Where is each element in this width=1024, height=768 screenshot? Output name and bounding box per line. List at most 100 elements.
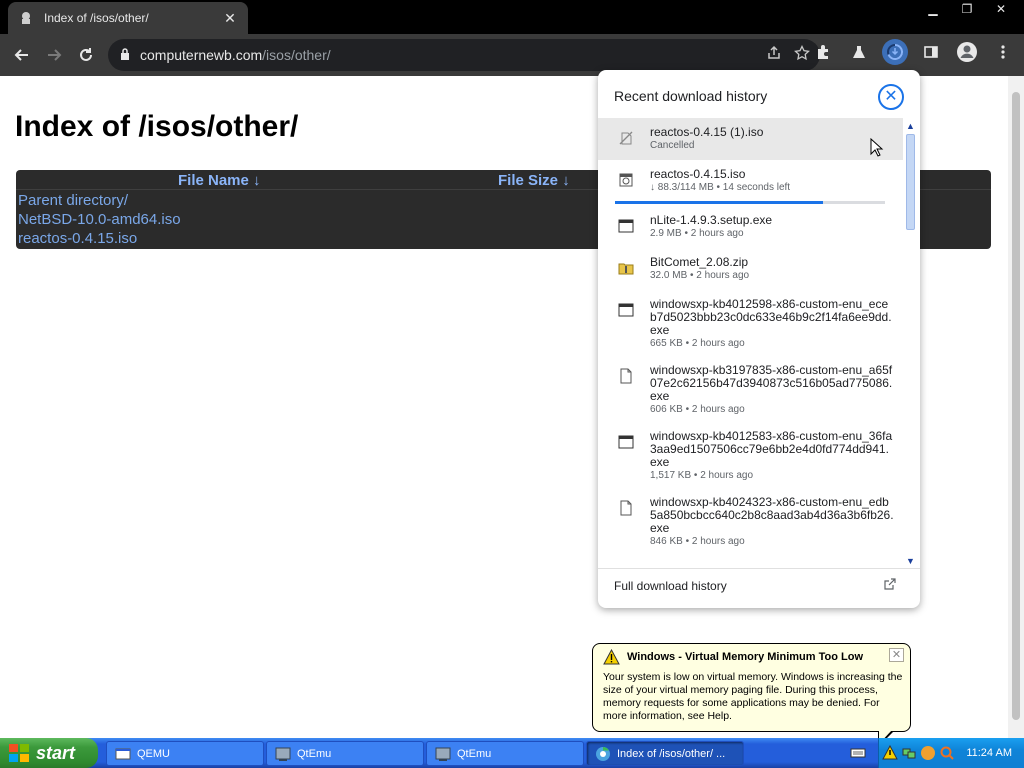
download-status: 606 KB • 2 hours ago	[650, 404, 745, 415]
profile-avatar-icon[interactable]	[954, 39, 980, 65]
download-list-scroll-thumb[interactable]	[906, 134, 915, 230]
download-history-bubble: Recent download history ✕ reactos-0.4.15…	[598, 70, 920, 608]
download-filename: windowsxp-kb4024323-x86-custom-enu_edb5a…	[650, 495, 894, 535]
back-arrow-icon[interactable]	[6, 39, 38, 71]
download-status: 665 KB • 2 hours ago	[650, 338, 745, 349]
download-item[interactable]: BitComet_2.08.zip 32.0 MB • 2 hours ago	[598, 248, 904, 290]
file-icon	[618, 500, 634, 516]
lock-icon[interactable]	[120, 47, 130, 63]
file-icon	[618, 368, 634, 384]
bookmark-star-icon[interactable]	[794, 44, 810, 64]
url-host: computernewb.com	[140, 47, 263, 63]
downloads-progress-icon[interactable]	[882, 39, 908, 65]
download-item[interactable]: windowsxp-kb4012598-x86-custom-enu_eceb7…	[598, 290, 904, 356]
taskbar-button-label: Index of /isos/other/ ...	[617, 747, 726, 760]
download-status: 2.9 MB • 2 hours ago	[650, 228, 744, 239]
taskbar-button-qtemu[interactable]: QtEmu	[266, 741, 424, 766]
extensions-puzzle-icon[interactable]	[810, 39, 836, 65]
page-scrollbar[interactable]	[1008, 76, 1024, 738]
url-path: /isos/other/	[262, 47, 331, 63]
scroll-up-arrow-icon[interactable]: ▲	[903, 120, 918, 133]
download-item[interactable]: windowsxp-kb4012583-x86-custom-enu_36fa3…	[598, 422, 904, 488]
column-file-name[interactable]: File Name ↓	[178, 172, 261, 189]
virtual-memory-balloon[interactable]: Windows - Virtual Memory Minimum Too Low…	[592, 643, 911, 732]
mouse-cursor-icon	[870, 138, 884, 157]
tray-search-icon[interactable]	[939, 745, 955, 761]
taskbar-button-chrome[interactable]: Index of /isos/other/ ...	[586, 741, 744, 766]
window-controls: ▁ ❐ ✕	[918, 0, 1016, 18]
start-label: start	[36, 742, 76, 763]
reload-icon[interactable]	[70, 39, 102, 71]
download-progress-text: ↓ 88.3/114 MB • 14 seconds left	[650, 182, 791, 193]
taskbar-button-label: QEMU	[137, 747, 170, 760]
download-filename: reactos-0.4.15.iso	[650, 167, 746, 181]
warning-icon	[603, 648, 620, 665]
tray-clock: 11:24 AM	[966, 747, 1012, 759]
minimize-icon[interactable]: ▁	[918, 0, 948, 18]
download-item[interactable]: windowsxp-kb4024323-x86-custom-enu_edb5a…	[598, 488, 904, 554]
zip-folder-icon	[618, 260, 634, 276]
tab-title: Index of /isos/other/	[44, 11, 149, 25]
close-window-icon[interactable]: ✕	[986, 0, 1016, 18]
window-exe-icon	[618, 302, 634, 318]
windows-flag-icon	[8, 743, 30, 763]
cancelled-icon	[618, 130, 634, 146]
download-filename: reactos-0.4.15 (1).iso	[650, 125, 764, 139]
balloon-message: Your system is low on virtual memory. Wi…	[603, 671, 903, 722]
qtemu-icon	[275, 746, 291, 762]
download-history-title: Recent download history	[614, 88, 768, 104]
column-file-size[interactable]: File Size ↓	[498, 172, 570, 189]
browser-tab-strip: Index of /isos/other/ ✕ ▁ ❐ ✕	[0, 0, 1024, 34]
taskbar-button-label: QtEmu	[297, 747, 332, 760]
page-scrollbar-thumb[interactable]	[1012, 92, 1020, 720]
start-button[interactable]: start	[0, 738, 98, 768]
qemu-window-icon	[115, 746, 131, 762]
download-progress-fill	[615, 201, 823, 204]
window-exe-icon	[618, 218, 634, 234]
chrome-icon	[595, 746, 611, 762]
download-filename: BitComet_2.08.zip	[650, 255, 749, 269]
taskbar: start QEMU QtEmu QtEmu Index of /isos/ot…	[0, 738, 1024, 768]
side-panel-icon[interactable]	[918, 39, 944, 65]
tray-warning-icon[interactable]	[882, 744, 898, 761]
tab-index-of-isos-other[interactable]: Index of /isos/other/ ✕	[8, 2, 248, 34]
full-download-history-link[interactable]: Full download history	[598, 568, 920, 608]
download-filename: windowsxp-kb3197835-x86-custom-enu_a65f0…	[650, 363, 893, 403]
balloon-title: Windows - Virtual Memory Minimum Too Low	[627, 651, 863, 663]
download-progress-bar	[615, 201, 885, 204]
forward-arrow-icon[interactable]	[38, 39, 70, 71]
toolbar-actions	[810, 39, 1016, 65]
download-list-scrollbar[interactable]: ▲ ▼	[903, 118, 918, 568]
share-icon[interactable]	[766, 45, 782, 64]
qtemu-icon	[435, 746, 451, 762]
labs-flask-icon[interactable]	[846, 39, 872, 65]
close-bubble-icon[interactable]: ✕	[878, 84, 904, 110]
disc-image-icon	[618, 172, 634, 188]
download-status: Cancelled	[650, 140, 695, 151]
download-status: 1,517 KB • 2 hours ago	[650, 470, 754, 481]
tray-app-icon[interactable]	[920, 745, 936, 761]
balloon-close-icon[interactable]: ✕	[889, 648, 904, 662]
scroll-down-arrow-icon[interactable]: ▼	[903, 555, 918, 568]
open-external-icon	[884, 577, 898, 591]
tab-close-icon[interactable]: ✕	[222, 10, 238, 26]
download-filename: windowsxp-kb4012598-x86-custom-enu_eceb7…	[650, 297, 892, 337]
download-item[interactable]: reactos-0.4.15 (1).iso Cancelled	[598, 118, 904, 160]
restore-icon[interactable]: ❐	[952, 0, 982, 18]
download-item[interactable]: nLite-1.4.9.3.setup.exe 2.9 MB • 2 hours…	[598, 206, 904, 248]
download-item-in-progress[interactable]: reactos-0.4.15.iso ↓ 88.3/114 MB • 14 se…	[598, 160, 904, 206]
tray-network-icon[interactable]	[901, 745, 917, 761]
page-title: Index of /isos/other/	[15, 110, 299, 143]
download-list: reactos-0.4.15 (1).iso Cancelled reactos…	[598, 118, 904, 568]
taskbar-button-qtemu[interactable]: QtEmu	[426, 741, 584, 766]
taskbar-button-label: QtEmu	[457, 747, 492, 760]
menu-kebab-icon[interactable]	[990, 39, 1016, 65]
download-filename: windowsxp-kb4012583-x86-custom-enu_36fa3…	[650, 429, 893, 469]
address-bar[interactable]: computernewb.com/isos/other/	[108, 39, 820, 71]
keyboard-layout-icon[interactable]	[850, 745, 866, 761]
download-item[interactable]: windowsxp-kb3197835-x86-custom-enu_a65f0…	[598, 356, 904, 422]
taskbar-button-qemu[interactable]: QEMU	[106, 741, 264, 766]
full-download-history-label: Full download history	[614, 579, 727, 593]
site-favicon-icon	[18, 10, 34, 26]
download-status: 846 KB • 2 hours ago	[650, 536, 745, 547]
